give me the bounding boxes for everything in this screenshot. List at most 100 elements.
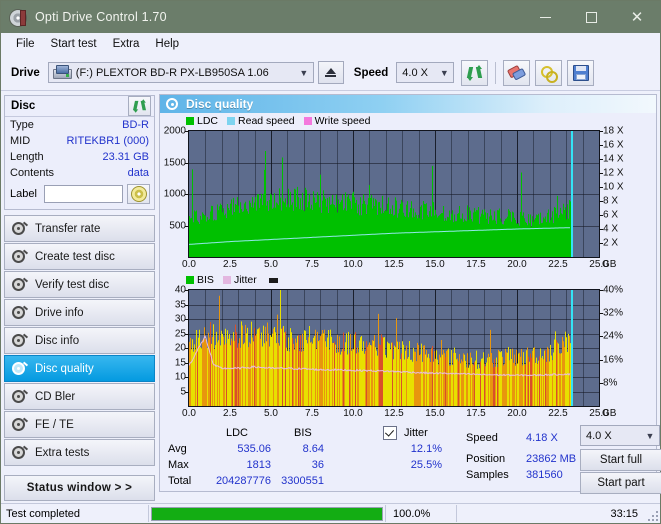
chevron-down-icon: ▼: [641, 431, 659, 441]
legend-swatch: [186, 276, 194, 284]
legend-label: Write speed: [315, 115, 371, 127]
refresh-drive-button[interactable]: [461, 60, 488, 86]
legend-item-bis: BIS: [186, 274, 214, 286]
legend-swatch: [304, 117, 312, 125]
x-axis-unit-label: GB: [599, 406, 616, 419]
chart-legend-bottom: BIS Jitter: [160, 274, 656, 287]
status-window-button[interactable]: Status window > >: [4, 475, 155, 501]
position-stat-label: Position: [466, 453, 505, 465]
unlock-button[interactable]: [535, 60, 562, 86]
menu-start-test[interactable]: Start test: [45, 36, 107, 53]
sidebar-item-drive-info[interactable]: Drive info: [4, 299, 155, 326]
disc-panel-header: Disc: [5, 96, 154, 117]
bis-jitter-plot-area: 5 10 15 20 25 30 35 40 8% 16% 24% 32% 40% 0.0 2.5 5.0 7.…: [188, 289, 600, 407]
save-icon: [573, 65, 589, 81]
disc-row-length: Length 23.31 GB: [5, 149, 154, 165]
disc-row-key: Length: [10, 151, 44, 163]
disc-row-key: Type: [10, 119, 34, 131]
sidebar-item-cd-bler[interactable]: CD Bler: [4, 383, 155, 410]
eject-button[interactable]: [318, 61, 344, 84]
start-part-button[interactable]: Start part: [580, 472, 661, 494]
menu-extra[interactable]: Extra: [107, 36, 150, 53]
jitter-checkbox[interactable]: [383, 426, 397, 440]
y2-axis-tick: [599, 159, 603, 160]
ldc-chart: 500 1000 1500 2000 2 X4 X6 X8 X 10 X 12 X 14 X1…: [160, 128, 656, 274]
title-bar: Opti Drive Control 1.70 ✕: [1, 1, 660, 33]
y2-axis-tick: [599, 383, 603, 384]
legend-item-jitter: Jitter: [223, 274, 257, 286]
x-axis-tick-label: 20.0: [507, 406, 526, 419]
application-window: Opti Drive Control 1.70 ✕ File Start tes…: [0, 0, 661, 524]
y2-axis-tick: [599, 215, 603, 216]
menu-bar: File Start test Extra Help: [1, 33, 660, 55]
x-axis-tick-label: 17.5: [466, 257, 485, 270]
minimize-button[interactable]: [522, 1, 568, 33]
legend-label: Read speed: [238, 115, 295, 127]
legend-item-read-speed: Read speed: [227, 115, 295, 127]
cd-icon: [12, 334, 27, 348]
resize-grip[interactable]: [647, 510, 658, 521]
eraser-icon: [507, 63, 527, 82]
menu-file[interactable]: File: [10, 36, 45, 53]
cd-icon: [12, 278, 27, 292]
x-axis-tick-label: 5.0: [264, 257, 278, 270]
statistics-grid: LDC BIS Jitter Avg 535.06 8.64 12.1% Max…: [166, 427, 650, 489]
sidebar-item-disc-quality[interactable]: Disc quality: [4, 355, 155, 382]
erase-button[interactable]: [503, 60, 530, 86]
elapsed-time: 33:15: [457, 505, 660, 522]
save-button[interactable]: [567, 60, 594, 86]
test-speed-value: 4.0 X: [581, 430, 641, 442]
cd-icon: [12, 306, 27, 320]
y2-axis-tick: [599, 313, 603, 314]
maximize-button[interactable]: [568, 1, 614, 33]
legend-item-ldc: LDC: [186, 115, 218, 127]
disc-label-input[interactable]: [44, 185, 123, 203]
disc-row-type: Type BD-R: [5, 117, 154, 133]
x-axis-tick-label: 0.0: [182, 257, 196, 270]
x-axis-tick-label: 7.5: [305, 257, 319, 270]
sidebar-item-disc-info[interactable]: Disc info: [4, 327, 155, 354]
sidebar-item-verify-test-disc[interactable]: Verify test disc: [4, 271, 155, 298]
stat-row-label-total: Total: [168, 475, 191, 487]
content-area: Disc Type BD-R MID RITEKBR1 (000) Length…: [1, 91, 660, 494]
drive-select[interactable]: (F:) PLEXTOR BD-R PX-LB950SA 1.06 ▼: [48, 62, 314, 83]
stat-row-label-max: Max: [168, 459, 189, 471]
toolbar-separator: [495, 62, 496, 84]
disc-label-key: Label: [10, 188, 37, 200]
disc-refresh-button[interactable]: [128, 96, 151, 116]
sidebar-item-create-test-disc[interactable]: Create test disc: [4, 243, 155, 270]
drive-icon: [53, 65, 71, 80]
close-button[interactable]: ✕: [614, 1, 660, 33]
disc-quality-panel: Disc quality LDC Read speed Write speed …: [159, 94, 657, 492]
samples-stat-value: 381560: [526, 469, 563, 481]
sidebar-item-transfer-rate[interactable]: Transfer rate: [4, 215, 155, 242]
speed-label: Speed: [354, 67, 389, 79]
stat-avg-bis: 8.64: [271, 443, 324, 455]
legend-swatch: [186, 117, 194, 125]
test-speed-select[interactable]: 4.0 X ▼: [580, 425, 660, 446]
x-axis-unit-label: GB: [599, 257, 616, 270]
sidebar-item-label: Transfer rate: [35, 223, 100, 235]
status-bar: Test completed 100.0% 33:15: [1, 503, 660, 523]
sidebar-nav: Transfer rate Create test disc Verify te…: [4, 215, 155, 466]
stat-col-header-ldc: LDC: [226, 427, 248, 439]
sidebar-item-label: Extra tests: [35, 447, 89, 459]
maximize-icon: [586, 12, 597, 23]
stat-col-header-bis: BIS: [294, 427, 312, 439]
y2-axis-tick: [599, 187, 603, 188]
disc-row-value: RITEKBR1 (000): [66, 135, 149, 147]
toolbar: Drive (F:) PLEXTOR BD-R PX-LB950SA 1.06 …: [1, 55, 660, 91]
chevron-down-icon: ▼: [435, 68, 453, 78]
disc-panel-title: Disc: [11, 100, 35, 112]
disc-label-apply-button[interactable]: [127, 184, 150, 204]
sidebar-item-extra-tests[interactable]: Extra tests: [4, 439, 155, 466]
jitter-label: Jitter: [404, 427, 428, 439]
chart-data-layer: [189, 290, 599, 406]
chart-cursor: [571, 290, 573, 406]
drive-label: Drive: [11, 67, 40, 79]
start-full-button[interactable]: Start full: [580, 449, 661, 471]
drive-select-value: (F:) PLEXTOR BD-R PX-LB950SA 1.06: [74, 67, 295, 79]
menu-help[interactable]: Help: [149, 36, 189, 53]
sidebar-item-fe-te[interactable]: FE / TE: [4, 411, 155, 438]
speed-select[interactable]: 4.0 X ▼: [396, 62, 454, 83]
